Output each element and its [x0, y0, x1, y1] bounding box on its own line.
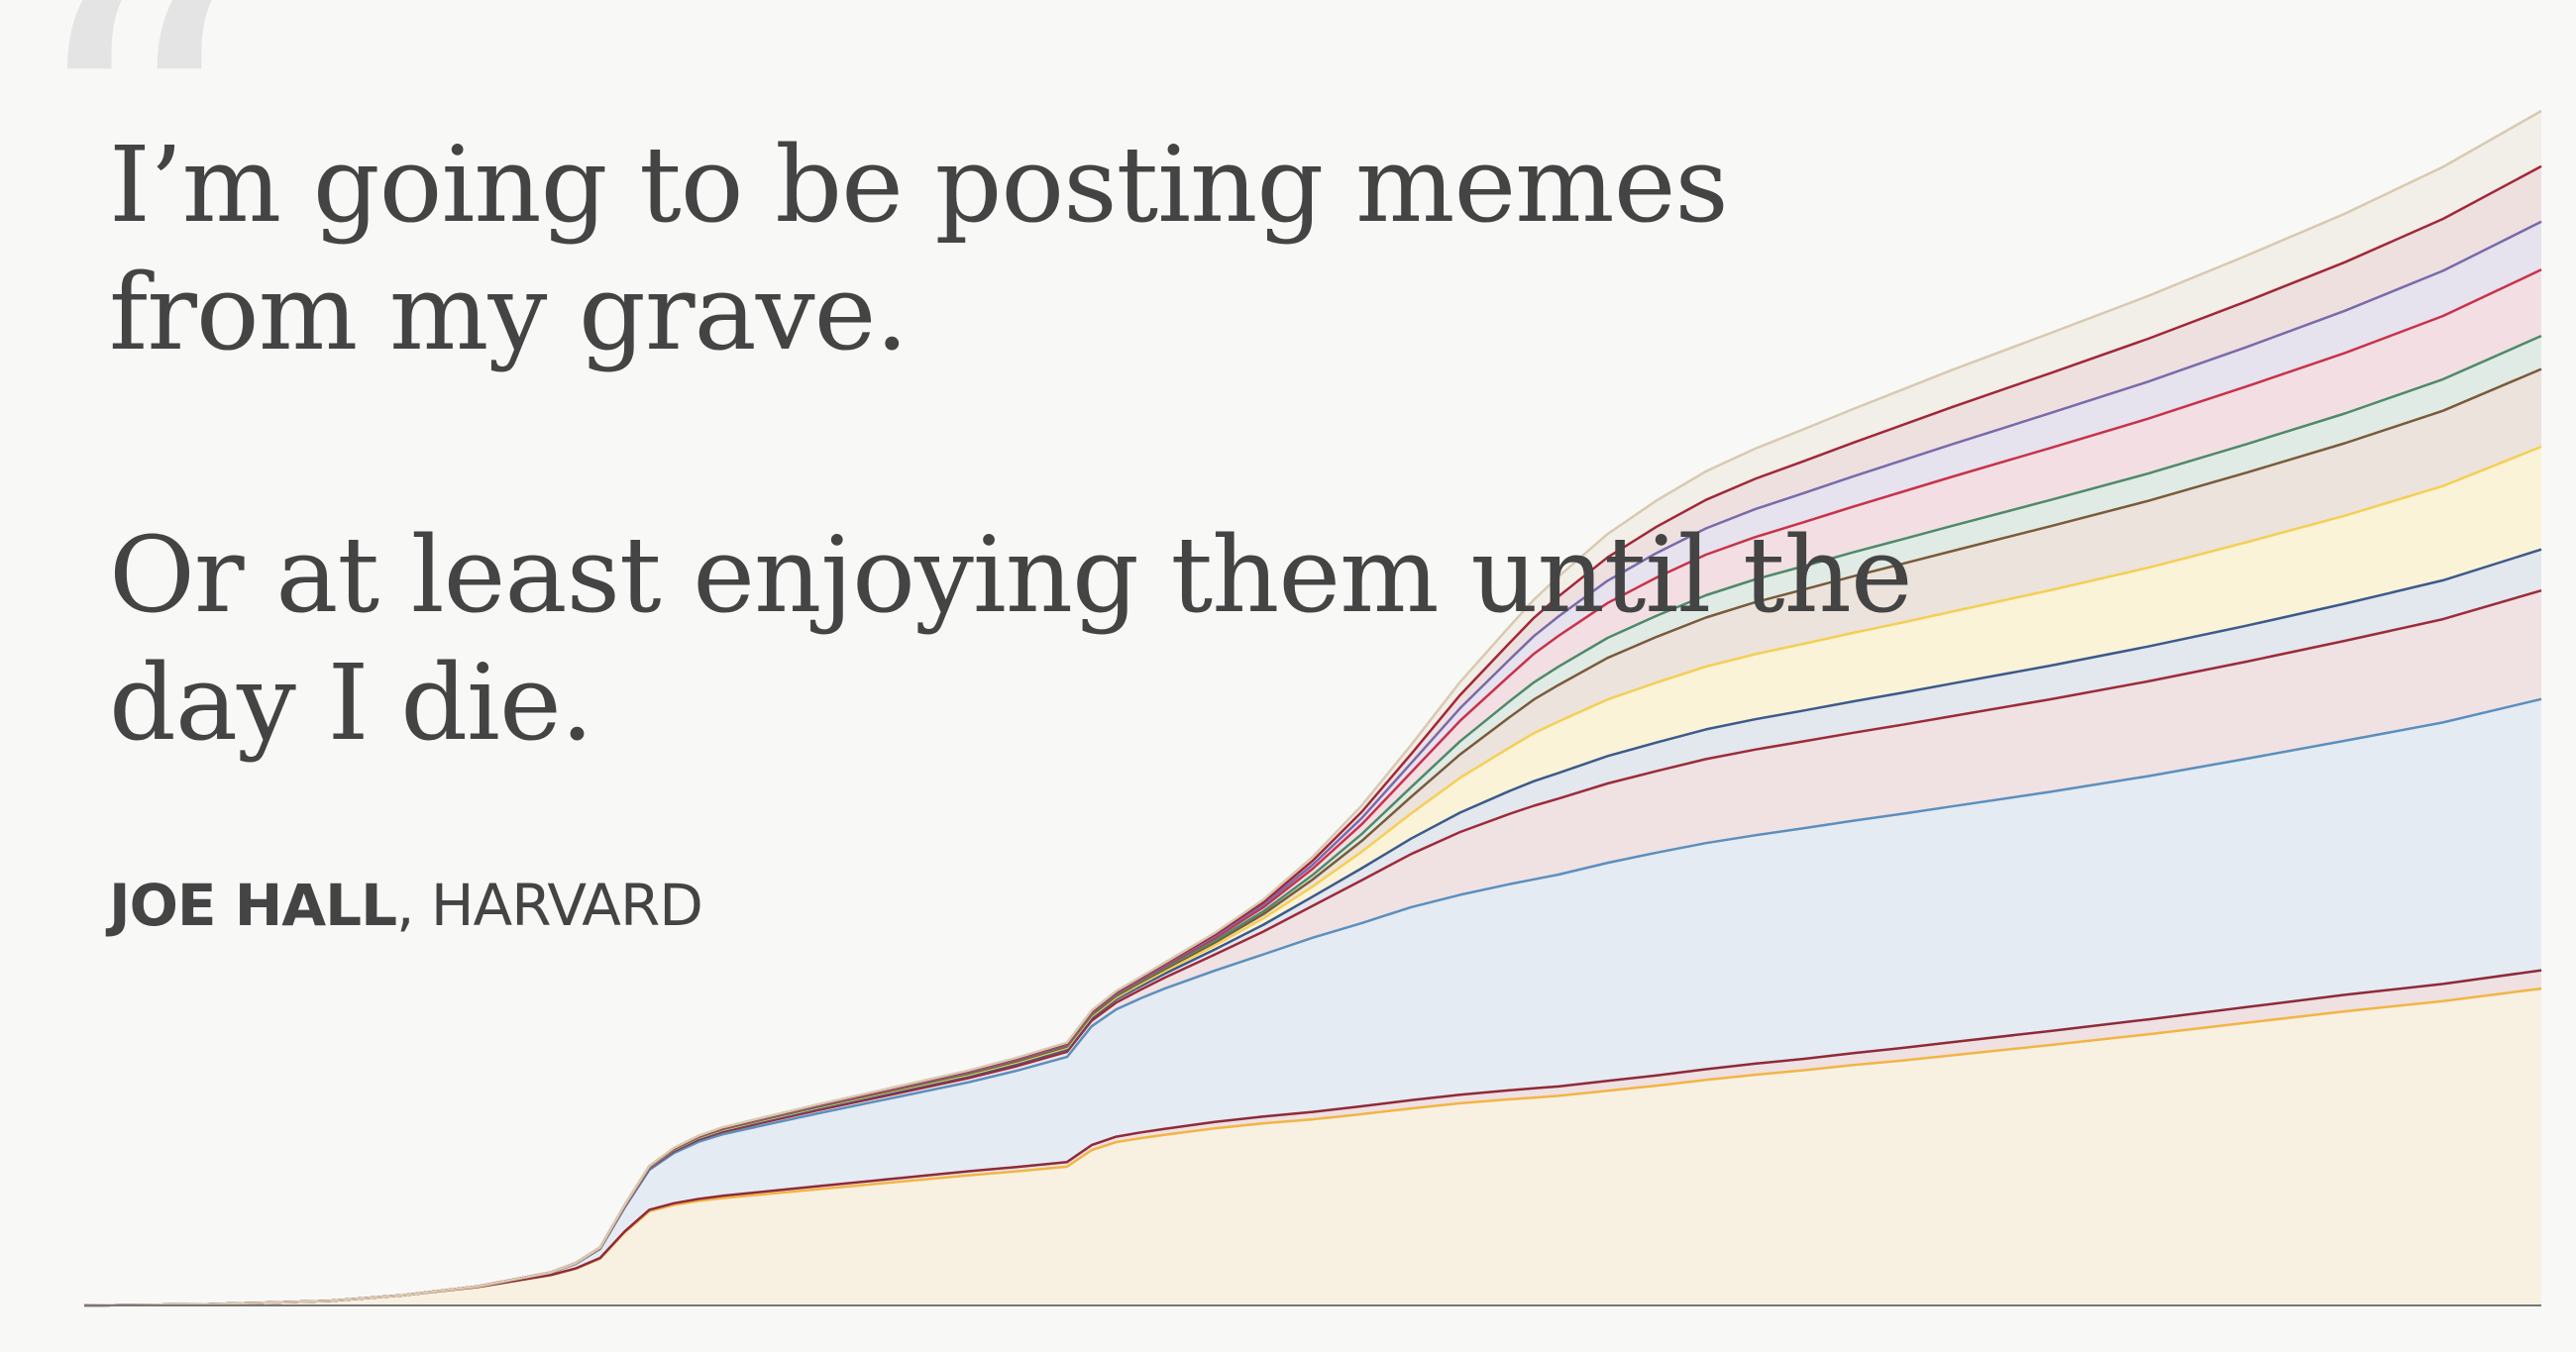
quote-line-1: I’m going to be posting memes from my gr… [109, 124, 1729, 373]
attribution-separator: , [396, 872, 431, 939]
quote-block: I’m going to be posting memes from my gr… [109, 121, 1913, 767]
attribution: JOE HALL, HARVARD [109, 872, 703, 939]
attribution-name: JOE HALL [109, 872, 397, 939]
quote-line-2: Or at least enjoying them until the day … [109, 514, 1913, 764]
attribution-affiliation: HARVARD [430, 872, 703, 939]
